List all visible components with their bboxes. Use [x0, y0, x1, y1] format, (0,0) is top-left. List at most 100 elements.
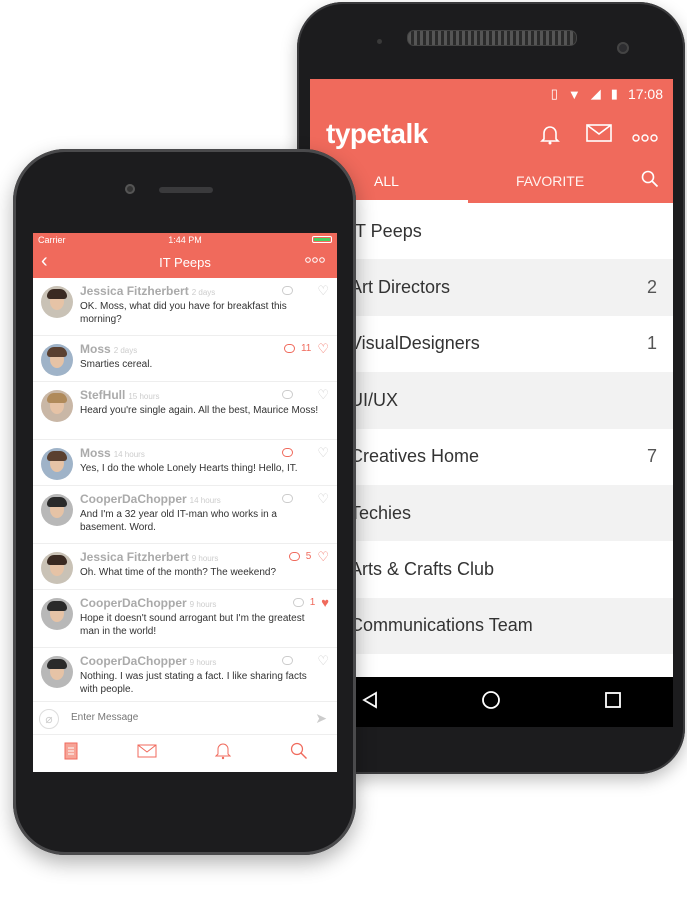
timestamp: 9 hours [189, 658, 217, 667]
android-screen: ▯ ▼ ◢ ▮ 17:08 typetalk ALL FAVORITE IT P… [310, 79, 673, 727]
wifi-icon: ▼ [567, 86, 581, 102]
android-time: 17:08 [627, 86, 663, 102]
topic-row[interactable]: Techies [310, 484, 673, 542]
message-text: Yes, I do the whole Lonely Hearts thing!… [80, 463, 298, 474]
iphone-camera [125, 184, 135, 194]
message-item[interactable]: CooperDaChopper 9 hours Nothing. I was ju… [33, 648, 337, 703]
back-triangle-icon[interactable] [361, 690, 379, 714]
avatar [41, 552, 73, 584]
topic-row[interactable]: Communications Team [310, 597, 673, 655]
like-icon[interactable]: ♡ [317, 446, 329, 459]
like-icon[interactable]: ♡ [317, 388, 329, 401]
unread-count: 1 [646, 333, 657, 354]
topic-name: Arts & Crafts Club [350, 559, 495, 580]
tab-all[interactable]: ALL [374, 173, 399, 189]
topic-row[interactable]: Creatives Home 7 [310, 429, 673, 485]
timestamp: 2 days [191, 288, 216, 297]
bell-icon[interactable] [213, 742, 233, 765]
ios-status-bar: Carrier 1:44 PM [33, 233, 337, 247]
message-text: Heard you're single again. All the best,… [80, 405, 319, 416]
user-name[interactable]: CooperDaChopper [80, 654, 187, 668]
message-item[interactable]: CooperDaChopper 9 hours Hope it doesn't s… [33, 590, 337, 648]
like-icon[interactable]: ♡ [317, 342, 329, 355]
bell-icon[interactable] [539, 123, 561, 151]
avatar [41, 286, 73, 318]
message-item[interactable]: StefHull 15 hours Heard you're single aga… [33, 382, 337, 440]
avatar [41, 494, 73, 526]
tab-favorite[interactable]: FAVORITE [516, 173, 584, 189]
message-item[interactable]: Jessica Fitzherbert 2 days OK. Moss, what… [33, 278, 337, 336]
like-icon[interactable]: ♡ [317, 550, 329, 563]
user-name[interactable]: Moss [80, 446, 111, 460]
ios-tab-bar [33, 734, 337, 772]
like-icon[interactable]: ♡ [317, 654, 329, 667]
message-item[interactable]: CooperDaChopper 14 hours And I'm a 32 yea… [33, 486, 337, 544]
home-circle-icon[interactable] [481, 690, 501, 715]
android-nav-bar [310, 677, 673, 727]
user-name[interactable]: Jessica Fitzherbert [80, 550, 189, 564]
message-input[interactable] [69, 711, 293, 724]
reply-icon[interactable] [292, 598, 304, 607]
more-icon[interactable] [305, 253, 325, 267]
iphone: Carrier 1:44 PM ‹ IT Peeps Jessica Fitzh… [13, 149, 356, 855]
message-text: And I'm a 32 year old IT-man who works i… [80, 509, 277, 533]
like-icon[interactable]: ♡ [317, 284, 329, 297]
topic-list: IT Peeps Art Directors 2 VisualDesigners 1… [310, 203, 673, 655]
message-item[interactable]: Moss 14 hours Yes, I do the whole Lonely … [33, 440, 337, 486]
topic-row[interactable]: IT Peeps [310, 203, 673, 259]
reply-icon[interactable] [282, 494, 294, 503]
liked-heart-icon[interactable]: ♥ [321, 596, 329, 609]
user-name[interactable]: CooperDaChopper [80, 492, 187, 506]
battery-icon: ▮ [610, 86, 618, 101]
message-item[interactable]: Moss 2 days Smarties cereal. 11 ♡ [33, 336, 337, 382]
reply-icon[interactable] [282, 390, 294, 399]
topic-name: Techies [350, 502, 412, 523]
topic-row[interactable]: Arts & Crafts Club [310, 541, 673, 597]
like-icon[interactable]: ♡ [317, 492, 329, 505]
message-text: Oh. What time of the month? The weekend? [80, 567, 277, 578]
topic-row[interactable]: UI/UX [310, 372, 673, 429]
recents-square-icon[interactable] [604, 691, 622, 714]
topic-name: Communications Team [350, 615, 533, 636]
reply-icon[interactable] [283, 344, 295, 353]
search-icon[interactable] [289, 742, 309, 765]
message-text: Smarties cereal. [80, 359, 153, 370]
android-status-bar: ▯ ▼ ◢ ▮ 17:08 [310, 79, 673, 109]
battery-icon [312, 236, 332, 243]
user-name[interactable]: StefHull [80, 388, 125, 402]
reply-icon[interactable] [282, 448, 294, 457]
avatar [41, 448, 73, 480]
reply-icon[interactable] [282, 656, 294, 665]
topic-row[interactable]: Art Directors 2 [310, 259, 673, 316]
search-icon[interactable] [641, 170, 659, 188]
reply-icon[interactable] [282, 286, 294, 295]
like-count: 5 [305, 551, 312, 562]
vibrate-icon: ▯ [550, 86, 558, 101]
message-text: Nothing. I was just stating a fact. I li… [80, 671, 307, 695]
message-text: OK. Moss, what did you have for breakfas… [80, 301, 287, 325]
user-name[interactable]: Moss [80, 342, 111, 356]
iphone-speaker [159, 187, 213, 193]
send-icon[interactable]: ➤ [315, 710, 327, 727]
topic-name: Art Directors [350, 277, 451, 298]
more-icon[interactable] [632, 126, 658, 149]
mail-icon[interactable] [137, 744, 157, 763]
sensor-dot [377, 39, 382, 44]
reply-icon[interactable] [288, 552, 300, 561]
like-count: 1 [309, 597, 316, 608]
avatar [41, 656, 73, 688]
document-icon[interactable] [61, 742, 81, 765]
attach-icon[interactable]: ⌀ [39, 709, 59, 729]
reply-count: 11 [300, 343, 312, 354]
android-tabs: ALL FAVORITE [310, 159, 673, 203]
topic-name: UI/UX [350, 389, 399, 410]
android-camera [617, 42, 629, 54]
topic-name: IT Peeps [350, 220, 422, 241]
ios-nav-bar: ‹ IT Peeps [33, 247, 337, 278]
avatar [41, 344, 73, 376]
user-name[interactable]: Jessica Fitzherbert [80, 284, 189, 298]
mail-icon[interactable] [586, 123, 612, 149]
message-item[interactable]: Jessica Fitzherbert 9 hours Oh. What time… [33, 544, 337, 590]
user-name[interactable]: CooperDaChopper [80, 596, 187, 610]
topic-row[interactable]: VisualDesigners 1 [310, 316, 673, 372]
